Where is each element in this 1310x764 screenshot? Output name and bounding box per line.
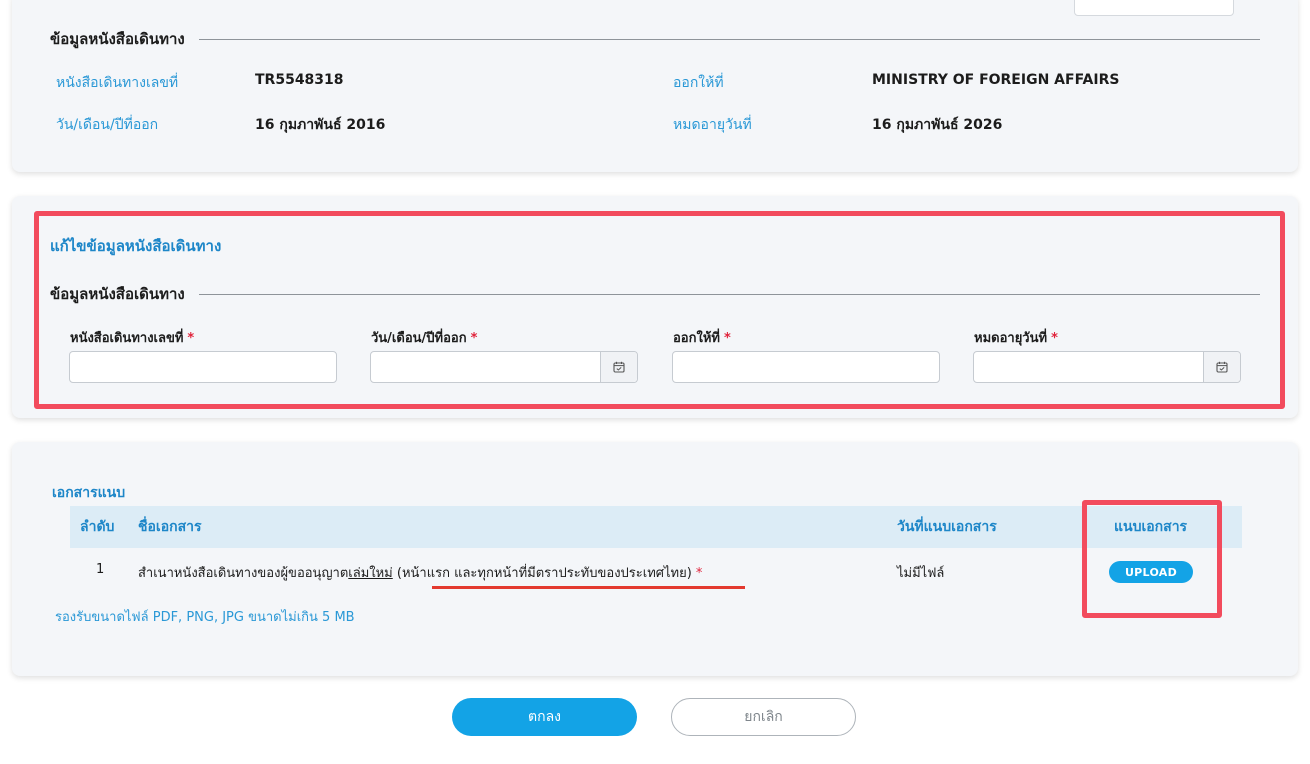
issued-by-value: MINISTRY OF FOREIGN AFFAIRS bbox=[872, 72, 1120, 88]
issue-date-value: 16 กุมภาพันธ์ 2016 bbox=[255, 117, 386, 133]
field-label-passport-number: หนังสือเดินทางเลขที่ * bbox=[70, 331, 195, 346]
calendar-icon[interactable] bbox=[1203, 352, 1240, 382]
issued-by-input[interactable] bbox=[672, 351, 940, 383]
expiry-label: หมดอายุวันที่ bbox=[673, 117, 752, 133]
field-label-issued-by: ออกให้ที่ * bbox=[673, 331, 731, 346]
attach-date-value: ไม่มีไฟล์ bbox=[897, 566, 945, 581]
passport-info-header: ข้อมูลหนังสือเดินทาง bbox=[50, 27, 1260, 51]
passport-number-label: หนังสือเดินทางเลขที่ bbox=[56, 75, 179, 91]
column-header-no: ลำดับ bbox=[80, 519, 115, 535]
edit-passport-card bbox=[12, 196, 1298, 418]
required-mark: * bbox=[695, 566, 703, 581]
issue-date-label: วัน/เดือน/ปีที่ออก bbox=[56, 117, 159, 133]
section-divider bbox=[198, 293, 1260, 295]
required-mark: * bbox=[187, 331, 195, 346]
section-title: ข้อมูลหนังสือเดินทาง bbox=[50, 30, 185, 48]
section-title: ข้อมูลหนังสือเดินทาง bbox=[50, 285, 185, 303]
attachments-title: เอกสารแนบ bbox=[52, 485, 126, 501]
highlight-underline bbox=[432, 586, 745, 589]
required-mark: * bbox=[723, 331, 731, 346]
passport-number-value: TR5548318 bbox=[255, 72, 344, 88]
expiry-date-input[interactable] bbox=[973, 351, 1241, 383]
passport-number-input[interactable] bbox=[69, 351, 337, 383]
field-label-issue-date: วัน/เดือน/ปีที่ออก * bbox=[371, 331, 478, 346]
column-header-date: วันที่แนบเอกสาร bbox=[897, 519, 997, 535]
section-divider bbox=[198, 38, 1260, 40]
upload-button[interactable]: UPLOAD bbox=[1109, 561, 1193, 583]
calendar-icon[interactable] bbox=[600, 352, 637, 382]
ok-button[interactable]: ตกลง bbox=[452, 698, 637, 736]
document-name: สำเนาหนังสือเดินทางของผู้ขออนุญาตเล่มใหม… bbox=[138, 566, 703, 581]
top-right-control[interactable] bbox=[1074, 0, 1234, 16]
required-mark: * bbox=[470, 331, 478, 346]
issue-date-input[interactable] bbox=[370, 351, 638, 383]
attachments-table-header bbox=[70, 506, 1242, 548]
edit-form-title: แก้ไขข้อมูลหนังสือเดินทาง bbox=[50, 237, 222, 255]
column-header-attach: แนบเอกสาร bbox=[1114, 519, 1188, 535]
cancel-button[interactable]: ยกเลิก bbox=[671, 698, 856, 736]
row-no: 1 bbox=[96, 562, 105, 577]
expiry-value: 16 กุมภาพันธ์ 2026 bbox=[872, 117, 1003, 133]
attachments-card bbox=[12, 442, 1298, 676]
required-mark: * bbox=[1051, 331, 1058, 346]
field-label-expiry-date: หมดอายุวันที่ * bbox=[974, 331, 1058, 346]
issued-by-label: ออกให้ที่ bbox=[673, 75, 724, 91]
edit-form-section-header: ข้อมูลหนังสือเดินทาง bbox=[50, 282, 1260, 306]
file-support-note: รองรับขนาดไฟล์ PDF, PNG, JPG ขนาดไม่เกิน… bbox=[55, 610, 355, 625]
column-header-name: ชื่อเอกสาร bbox=[138, 519, 202, 535]
